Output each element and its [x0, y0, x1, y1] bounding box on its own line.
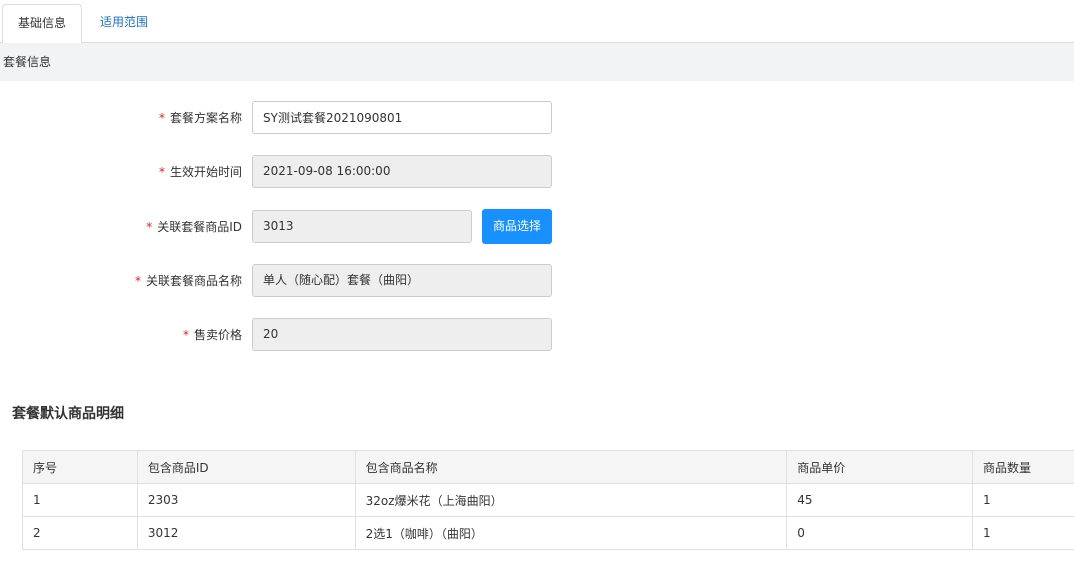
form-row-plan-name: * 套餐方案名称 — [0, 101, 1074, 135]
price-field: 20 — [252, 318, 552, 351]
cell-unit-price: 0 — [786, 516, 974, 550]
product-name-label-text: 关联套餐商品名称 — [145, 274, 242, 288]
product-name-label: * 关联套餐商品名称 — [135, 264, 242, 298]
tab-basic-info[interactable]: 基础信息 — [2, 4, 82, 44]
column-header-item-id: 包含商品ID — [136, 450, 356, 484]
start-time-label: * 生效开始时间 — [159, 155, 242, 189]
required-marker: * — [158, 165, 165, 179]
page: 基础信息 适用范围 套餐信息 * 套餐方案名称 * 生效开始时间 2021-09-0… — [0, 0, 1074, 569]
required-marker: * — [146, 220, 153, 234]
tab-scope[interactable]: 适用范围 — [84, 4, 164, 43]
cell-item-id: 2303 — [136, 483, 356, 517]
product-select-button[interactable]: 商品选择 — [482, 209, 552, 244]
product-id-label-text: 关联套餐商品ID — [157, 220, 242, 234]
table-header-row: 序号 包含商品ID 包含商品名称 商品单价 商品数量 — [22, 450, 1074, 484]
detail-title: 套餐默认商品明细 — [12, 406, 124, 422]
plan-name-input[interactable] — [252, 101, 552, 134]
plan-name-label: * 套餐方案名称 — [159, 101, 242, 135]
cell-quantity: 1 — [972, 516, 1074, 550]
table-row: 1 2303 32oz爆米花（上海曲阳） 45 1 — [22, 483, 1074, 517]
start-time-field: 2021-09-08 16:00:00 — [252, 155, 552, 188]
required-marker: * — [134, 274, 141, 288]
plan-name-label-text: 套餐方案名称 — [169, 111, 242, 125]
cell-index: 2 — [22, 516, 138, 550]
price-label: * 售卖价格 — [183, 318, 242, 352]
required-marker: * — [158, 111, 165, 125]
price-label-text: 售卖价格 — [193, 328, 242, 342]
cell-quantity: 1 — [972, 483, 1074, 517]
section-title: 套餐信息 — [0, 43, 1074, 81]
product-id-label: * 关联套餐商品ID — [146, 210, 242, 244]
form-row-product-name: * 关联套餐商品名称 单人（随心配）套餐（曲阳） — [0, 264, 1074, 298]
product-id-field: 3013 — [252, 210, 472, 243]
cell-unit-price: 45 — [786, 483, 974, 517]
cell-item-name: 32oz爆米花（上海曲阳） — [354, 483, 788, 517]
required-marker: * — [182, 328, 189, 342]
cell-item-name: 2选1（咖啡）（曲阳） — [354, 516, 788, 550]
column-header-quantity: 商品数量 — [972, 450, 1074, 484]
column-header-index: 序号 — [22, 450, 138, 484]
cell-item-id: 3012 — [136, 516, 356, 550]
product-name-field: 单人（随心配）套餐（曲阳） — [252, 264, 552, 297]
table-row: 2 3012 2选1（咖啡）（曲阳） 0 1 — [22, 516, 1074, 550]
form-row-start-time: * 生效开始时间 2021-09-08 16:00:00 — [0, 155, 1074, 189]
column-header-unit-price: 商品单价 — [786, 450, 974, 484]
tab-bar: 基础信息 适用范围 — [0, 0, 1074, 44]
start-time-label-text: 生效开始时间 — [169, 165, 242, 179]
cell-index: 1 — [22, 483, 138, 517]
column-header-item-name: 包含商品名称 — [354, 450, 788, 484]
form-row-price: * 售卖价格 20 — [0, 318, 1074, 352]
detail-table: 序号 包含商品ID 包含商品名称 商品单价 商品数量 1 2303 32oz爆米… — [22, 450, 1074, 550]
form-row-product-id: * 关联套餐商品ID 3013 商品选择 — [0, 209, 1074, 244]
